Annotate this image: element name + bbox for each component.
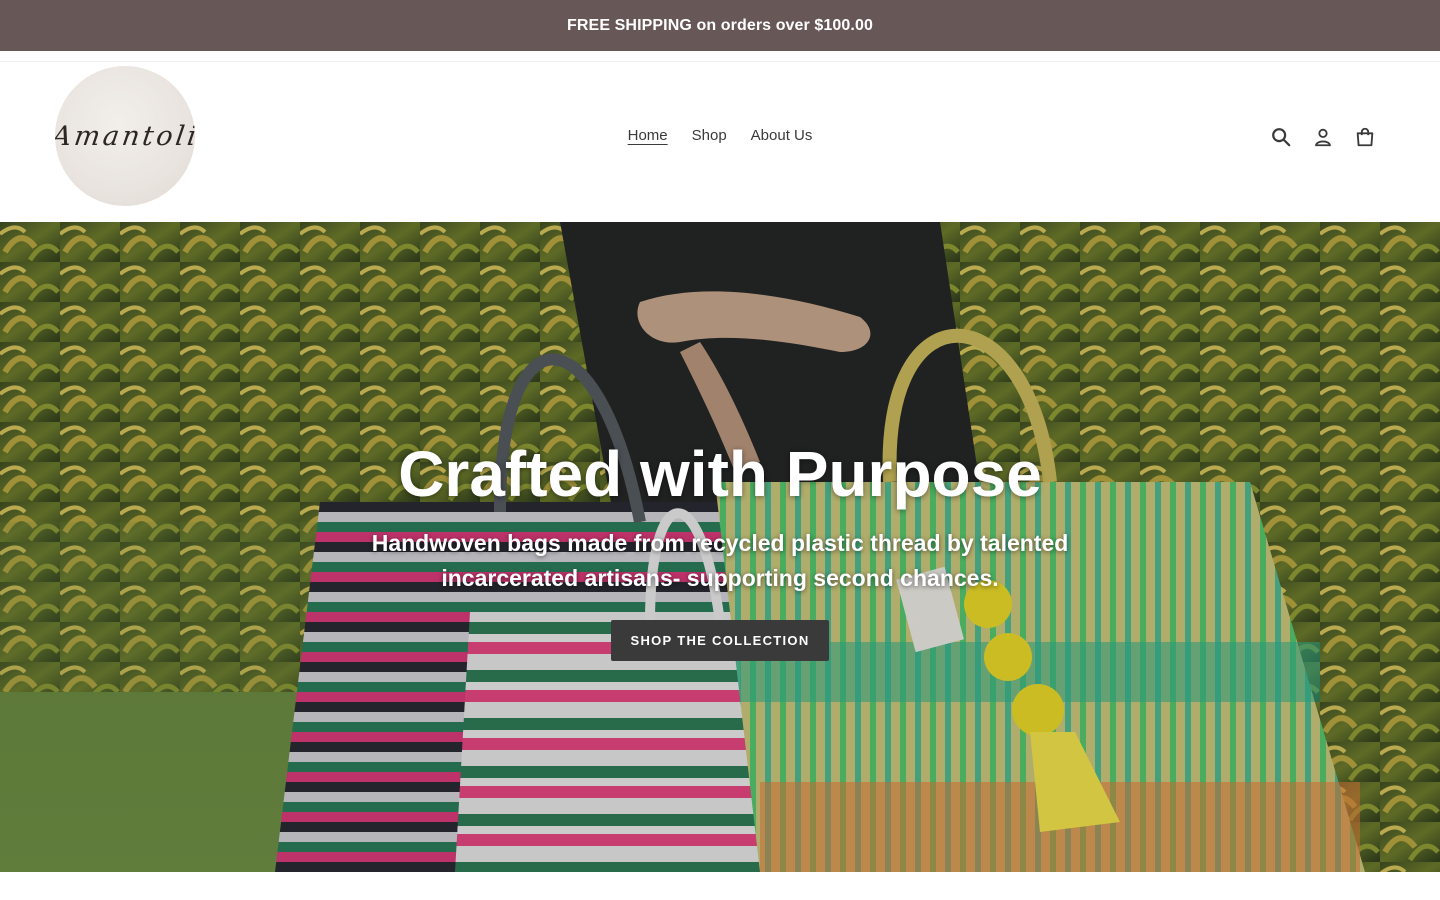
hero-banner: Crafted with Purpose Handwoven bags made… [0, 222, 1440, 872]
hero-content: Crafted with Purpose Handwoven bags made… [0, 436, 1440, 661]
hero-title: Crafted with Purpose [398, 438, 1042, 510]
site-header: Amantoli Home Shop About Us [0, 62, 1440, 222]
nav-about-link[interactable]: About Us [739, 127, 825, 145]
main-nav: Home Shop About Us [0, 127, 1440, 145]
header-icons [1268, 124, 1378, 150]
nav-home-link[interactable]: Home [616, 127, 680, 145]
cart-icon[interactable] [1352, 124, 1378, 150]
announcement-text: FREE SHIPPING on orders over $100.00 [567, 16, 873, 34]
shop-collection-button[interactable]: SHOP THE COLLECTION [611, 620, 829, 661]
announcement-bar: FREE SHIPPING on orders over $100.00 [0, 0, 1440, 51]
hero-subtitle: Handwoven bags made from recycled plasti… [371, 530, 1069, 591]
account-icon[interactable] [1310, 124, 1336, 150]
nav-shop-link[interactable]: Shop [680, 127, 739, 145]
search-icon[interactable] [1268, 124, 1294, 150]
